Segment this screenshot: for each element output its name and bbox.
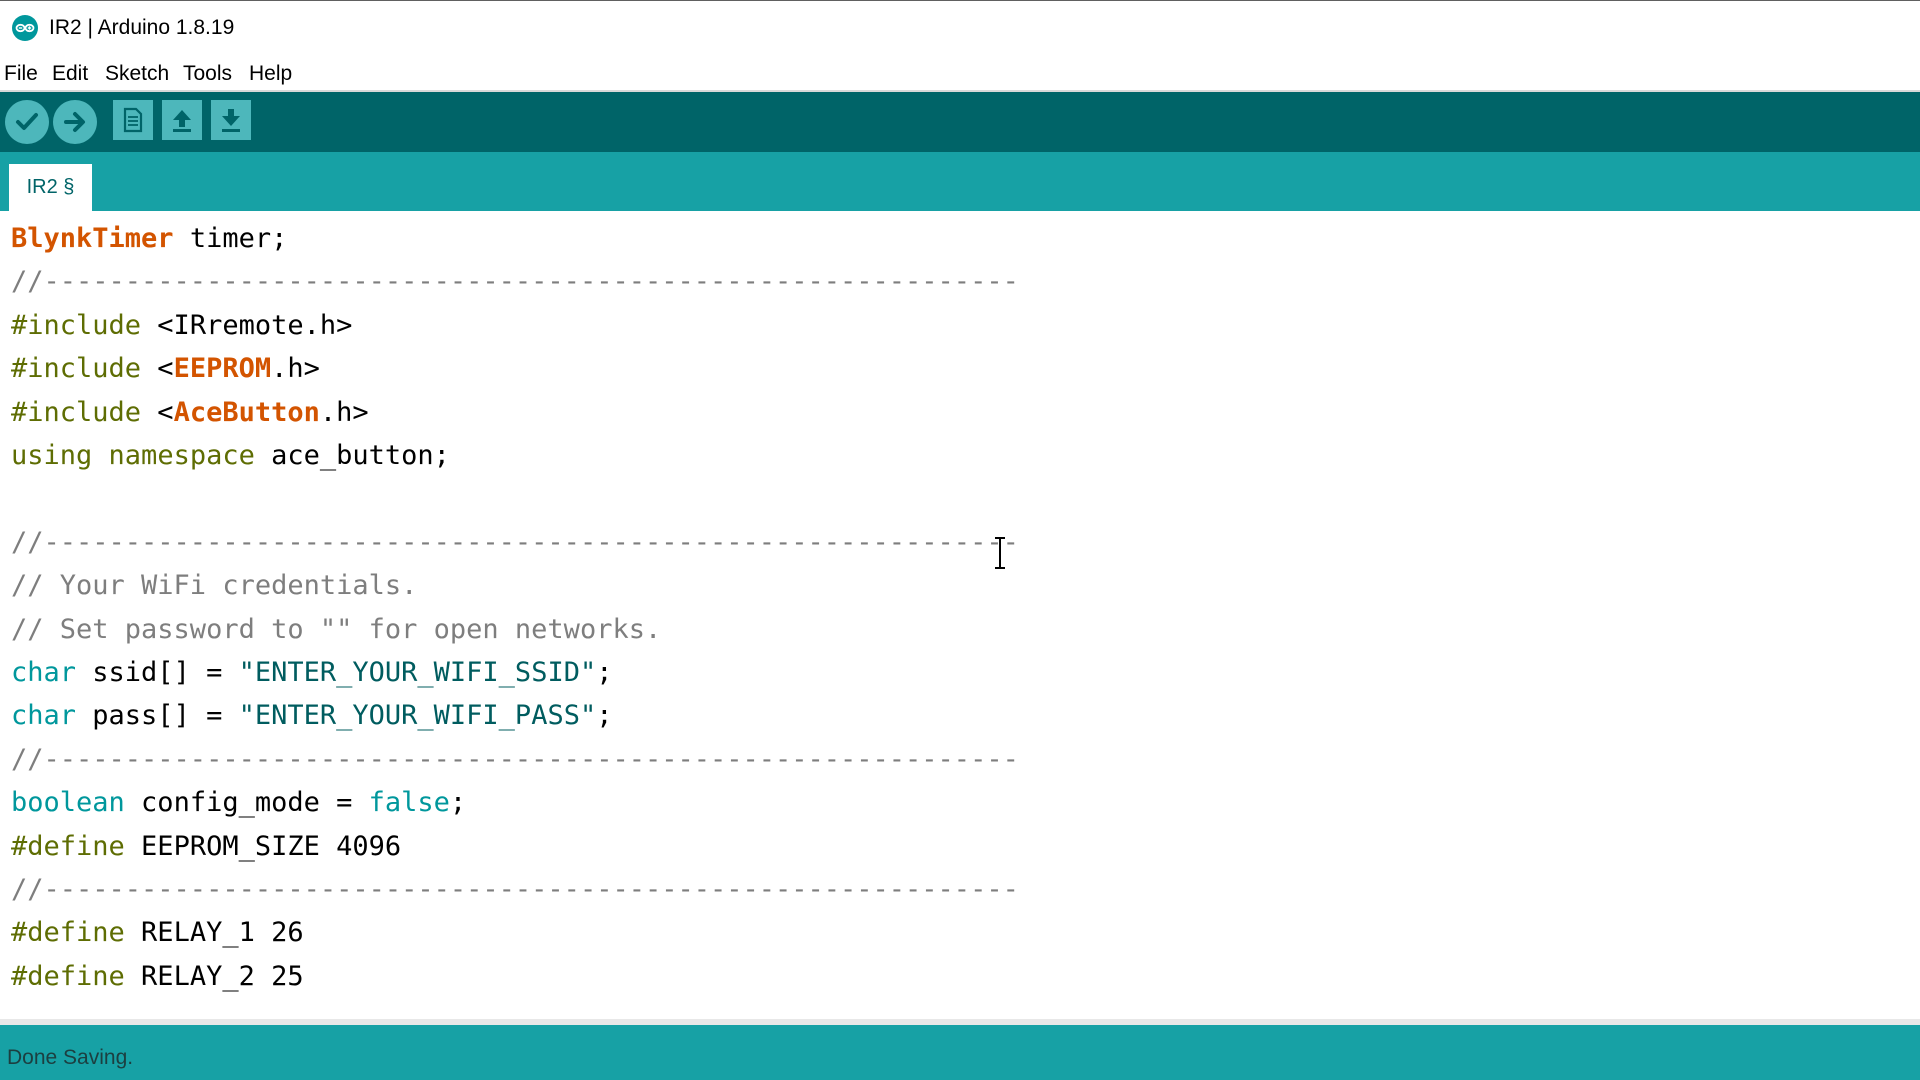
code-line: #define RELAY_1 26 (11, 913, 304, 953)
upload-arrow-icon (64, 112, 85, 132)
open-sketch-button[interactable] (162, 100, 202, 140)
status-message: Done Saving. (7, 1046, 134, 1069)
code-token: EEPROM (173, 353, 272, 385)
code-line: #include <AceButton.h> (11, 393, 369, 433)
code-line: //--------------------------------------… (11, 523, 1019, 563)
code-line: using namespace ace_button; (11, 436, 450, 476)
code-token: pass[] = (76, 700, 239, 732)
code-line: BlynkTimer timer; (11, 219, 287, 259)
menu-help[interactable]: Help (249, 62, 292, 86)
code-token: char (11, 657, 77, 688)
code-token: boolean (11, 787, 125, 819)
code-token: //--------------------------------------… (11, 743, 1019, 775)
menu-bar: File Edit Sketch Tools Help (0, 54, 1920, 92)
menu-sketch[interactable]: Sketch (105, 62, 169, 86)
tab-label: IR2 § (26, 176, 75, 198)
verify-button[interactable] (5, 100, 49, 144)
tab-bar: IR2 § (0, 152, 1920, 211)
code-line: char pass[] = "ENTER_YOUR_WIFI_PASS"; (11, 696, 612, 736)
code-token: #include (11, 309, 142, 341)
code-token: using (11, 440, 93, 471)
window-title: IR2 | Arduino 1.8.19 (49, 16, 235, 39)
code-token: "ENTER_YOUR_WIFI_PASS" (238, 700, 597, 732)
code-token: ; (449, 787, 467, 819)
code-token: false (368, 787, 450, 819)
code-token: ssid[] = (76, 657, 239, 688)
menu-edit[interactable]: Edit (52, 62, 88, 86)
code-token: <IRremote.h> (141, 309, 353, 341)
code-line: #include <IRremote.h> (11, 306, 352, 346)
code-token: #define (11, 917, 125, 949)
code-token: BlynkTimer (11, 223, 174, 254)
code-token: config_mode = (124, 787, 369, 819)
verify-check-icon (16, 113, 38, 130)
text-cursor-icon (995, 537, 1005, 569)
code-token: < (141, 396, 174, 428)
code-token: AceButton (173, 396, 320, 428)
toolbar (0, 92, 1920, 152)
code-line: //--------------------------------------… (11, 262, 1019, 302)
code-token: #include (11, 396, 142, 428)
code-token: .h> (319, 396, 369, 428)
upload-button[interactable] (53, 100, 97, 144)
tab-ir2[interactable]: IR2 § (9, 164, 92, 211)
code-token: // Set password to "" for open networks. (11, 613, 662, 645)
code-token: "ENTER_YOUR_WIFI_SSID" (238, 657, 597, 688)
code-token: < (141, 353, 174, 385)
code-token: #define (11, 960, 125, 992)
code-line: // Your WiFi credentials. (11, 566, 417, 606)
code-line: boolean config_mode = false; (11, 783, 466, 823)
code-token: .h> (271, 353, 320, 385)
open-sketch-icon (173, 110, 191, 132)
code-token: #define (11, 830, 125, 862)
code-token: //--------------------------------------… (11, 266, 1019, 298)
menu-tools[interactable]: Tools (183, 62, 232, 86)
menu-file[interactable]: File (4, 62, 38, 86)
code-token: ; (596, 657, 613, 688)
code-line: //--------------------------------------… (11, 740, 1019, 780)
code-editor[interactable]: BlynkTimer timer; //---------------------… (0, 211, 1920, 1019)
code-token: ; (596, 700, 613, 732)
code-token: #include (11, 353, 142, 385)
code-line: char ssid[] = "ENTER_YOUR_WIFI_SSID"; (11, 653, 612, 693)
code-token: RELAY_2 25 (124, 960, 304, 992)
code-line: // Set password to "" for open networks. (11, 610, 661, 650)
save-sketch-icon (222, 109, 240, 132)
code-line: #include <EEPROM.h> (11, 349, 320, 389)
new-sketch-button[interactable] (113, 100, 153, 140)
status-bar: Done Saving. (0, 1019, 1920, 1080)
new-sketch-icon (123, 107, 143, 133)
code-line: #define EEPROM_SIZE 4096 (11, 827, 401, 867)
code-token: char (11, 700, 77, 732)
code-line: //--------------------------------------… (11, 870, 1019, 910)
code-token: namespace (108, 440, 255, 471)
code-token: //--------------------------------------… (11, 526, 1019, 558)
title-bar: IR2 | Arduino 1.8.19 (0, 0, 1920, 54)
code-token: // Your WiFi credentials. (11, 570, 418, 602)
code-token: //--------------------------------------… (11, 874, 1019, 905)
code-token: ace_button; (254, 440, 450, 471)
code-token: EEPROM_SIZE 4096 (124, 830, 402, 862)
arduino-logo-icon (12, 15, 38, 41)
code-token: RELAY_1 26 (124, 917, 304, 949)
save-sketch-button[interactable] (211, 100, 251, 140)
code-token: timer; (173, 223, 288, 254)
code-line: #define RELAY_2 25 (11, 957, 304, 997)
